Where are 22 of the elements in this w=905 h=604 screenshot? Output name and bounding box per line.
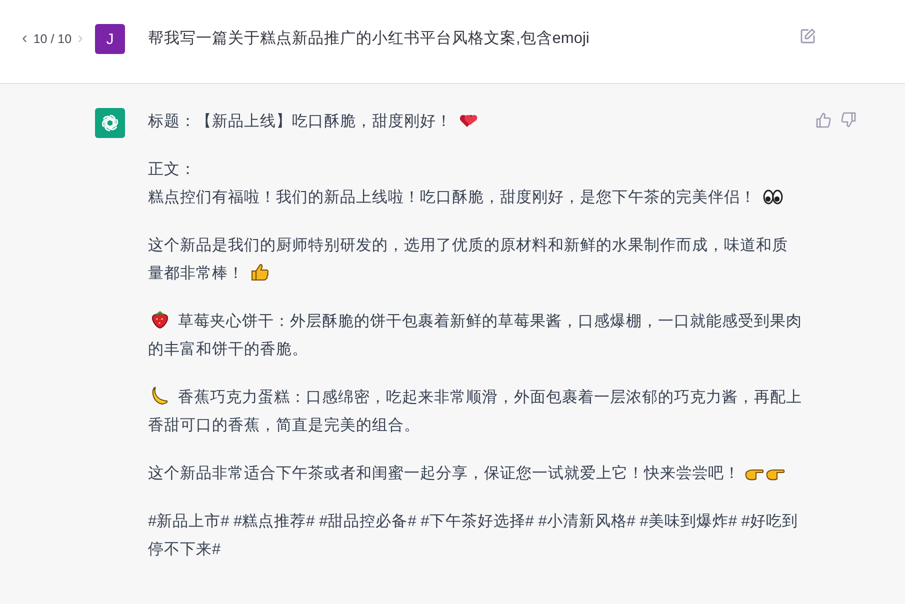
response-paragraph: 香蕉巧克力蛋糕：口感绵密，吃起来非常顺滑，外面包裹着一层浓郁的巧克力酱，再配上香甜可口的香蕉，简直是完美的组合。 — [148, 384, 802, 440]
banana-icon — [151, 386, 169, 405]
hearts-icon — [459, 113, 480, 129]
prompt-text: 帮我写一篇关于糕点新品推广的小红书平台风格文案,包含emoji — [148, 28, 590, 49]
response-paragraph: 草莓夹心饼干：外层酥脆的饼干包裹着新鲜的草莓果酱，口感爆棚，一口就能感受到果肉的丰富和饼干的香脆。 — [148, 308, 802, 364]
response-paragraph: 这个新品是我们的厨师特别研发的，选用了优质的原材料和新鲜的水果制作而成，味道和质量都非常棒！ — [148, 236, 789, 284]
eyes-icon — [763, 189, 784, 205]
edit-icon — [800, 28, 816, 44]
response-paragraph: 正文： — [148, 160, 197, 180]
response-paragraph: 标题：【新品上线】吃口酥脆，甜度刚好！ — [148, 108, 802, 136]
strawberry-icon — [151, 310, 169, 329]
knot-logo-icon — [100, 113, 120, 133]
pointing-hand-icon — [745, 467, 764, 481]
response-paragraph: #新品上市# #糕点推荐# #甜品控必备# #下午茶好选择# #小清新风格# #美味到爆炸# #好吃到停不下来# — [148, 512, 799, 560]
response-paragraph: 这个新品非常适合下午茶或者和闺蜜一起分享，保证您一试就爱上它！快来尝尝吧！ — [148, 460, 802, 488]
edit-button[interactable] — [800, 28, 816, 44]
response-paragraph: 糕点控们有福啦！我们的新品上线啦！吃口酥脆，甜度刚好，是您下午茶的完美伴侣！ — [148, 184, 802, 212]
user-avatar: J — [95, 24, 125, 54]
previous-button[interactable]: ‹ — [20, 31, 30, 47]
page-counter: 10 / 10 — [33, 32, 72, 46]
pointing-hand-icon — [766, 467, 786, 481]
thumbs-up-icon — [251, 263, 270, 281]
